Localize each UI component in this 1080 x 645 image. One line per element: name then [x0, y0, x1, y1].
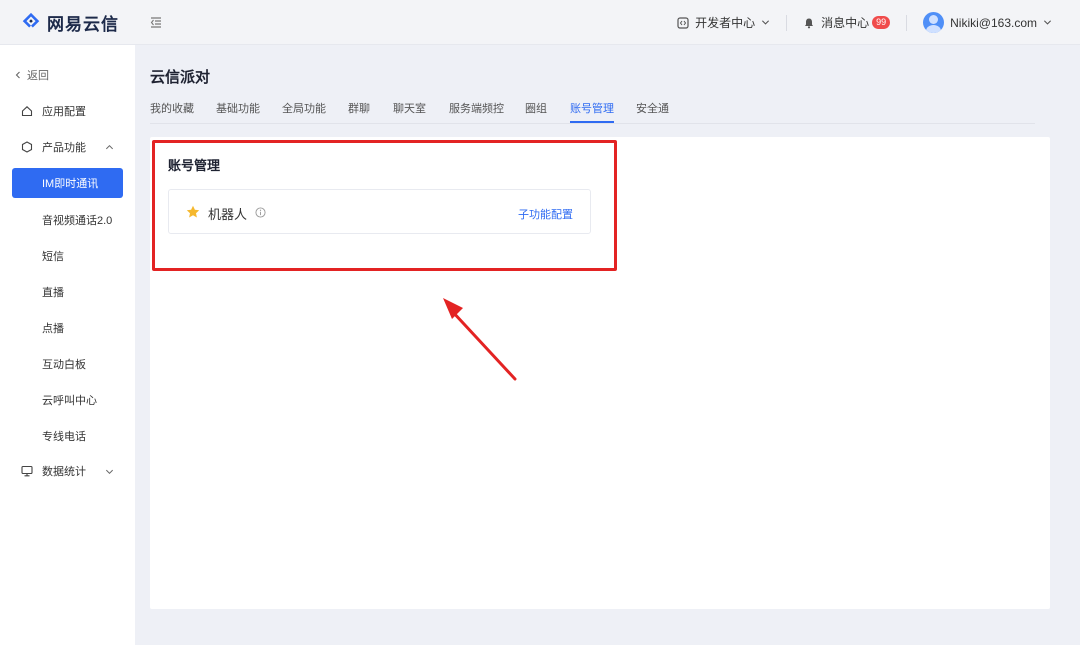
chevron-up-icon	[105, 144, 114, 149]
tab-group-chat[interactable]: 群聊	[348, 100, 370, 123]
developer-center-label: 开发者中心	[695, 16, 756, 30]
annotation-arrow	[443, 298, 517, 381]
tab-global[interactable]: 全局功能	[282, 100, 326, 123]
tab-security[interactable]: 安全通	[636, 100, 669, 123]
top-bar: 网易云信 开发者中心 消息中心 99 Nikiki@163.com	[0, 0, 1080, 45]
code-icon	[677, 16, 689, 29]
sidebar-item-video-call[interactable]: 音视频通话2.0	[42, 212, 112, 228]
sidebar-item-private-line[interactable]: 专线电话	[42, 428, 86, 444]
tab-server-rate-limit[interactable]: 服务端频控	[449, 100, 504, 123]
divider	[786, 14, 788, 31]
menu-collapse-icon[interactable]	[150, 16, 162, 28]
sidebar-item-call-center[interactable]: 云呼叫中心	[42, 392, 97, 408]
monitor-icon	[21, 465, 33, 477]
sidebar-item-im[interactable]: IM即时通讯	[12, 168, 123, 198]
message-count-badge: 99	[872, 16, 891, 29]
sidebar-item-statistics[interactable]: 数据统计	[0, 460, 135, 482]
cube-icon	[21, 141, 33, 153]
avatar	[923, 12, 945, 33]
tab-basic[interactable]: 基础功能	[216, 100, 260, 123]
user-menu[interactable]: Nikiki@163.com	[923, 12, 1052, 33]
sidebar-item-app-config[interactable]: 应用配置	[0, 100, 135, 122]
page-title: 云信派对	[150, 69, 211, 86]
sidebar-item-vod[interactable]: 点播	[42, 320, 64, 336]
message-center-label: 消息中心	[821, 16, 870, 30]
tab-circle[interactable]: 圈组	[525, 100, 547, 123]
back-label: 返回	[27, 70, 49, 82]
tab-chatroom[interactable]: 聊天室	[393, 100, 426, 123]
home-icon	[21, 106, 33, 117]
chevron-down-icon	[762, 20, 770, 25]
tab-account-management[interactable]: 账号管理	[570, 100, 614, 123]
logo[interactable]: 网易云信	[20, 10, 119, 34]
logo-icon	[22, 12, 40, 28]
divider	[906, 14, 908, 31]
sidebar-item-whiteboard[interactable]: 互动白板	[42, 356, 86, 372]
back-link[interactable]: 返回	[14, 67, 49, 83]
developer-center-menu[interactable]: 开发者中心	[677, 14, 770, 31]
sidebar-item-label: 数据统计	[42, 466, 86, 478]
highlight-box	[152, 140, 617, 271]
chevron-down-icon	[105, 469, 114, 474]
chevron-left-icon	[15, 71, 20, 79]
sidebar-item-live[interactable]: 直播	[42, 284, 64, 300]
tab-favorites[interactable]: 我的收藏	[150, 100, 194, 123]
tab-bar: 我的收藏 基础功能 全局功能 群聊 聊天室 服务端频控 圈组 账号管理 安全通	[150, 100, 1035, 124]
chevron-down-icon	[1043, 20, 1052, 25]
sidebar-item-label: 应用配置	[42, 106, 86, 118]
sidebar: 返回 应用配置 产品功能 IM即时通讯 音视频通话2.0 短信 直播 点播 互动…	[0, 45, 135, 645]
message-center[interactable]: 消息中心 99	[803, 14, 891, 31]
bell-icon	[805, 18, 814, 28]
logo-text: 网易云信	[47, 14, 119, 34]
sidebar-item-label: 产品功能	[42, 142, 86, 154]
user-account: Nikiki@163.com	[950, 15, 1037, 30]
sidebar-item-sms[interactable]: 短信	[42, 248, 64, 264]
sidebar-item-product-features[interactable]: 产品功能	[0, 136, 135, 158]
